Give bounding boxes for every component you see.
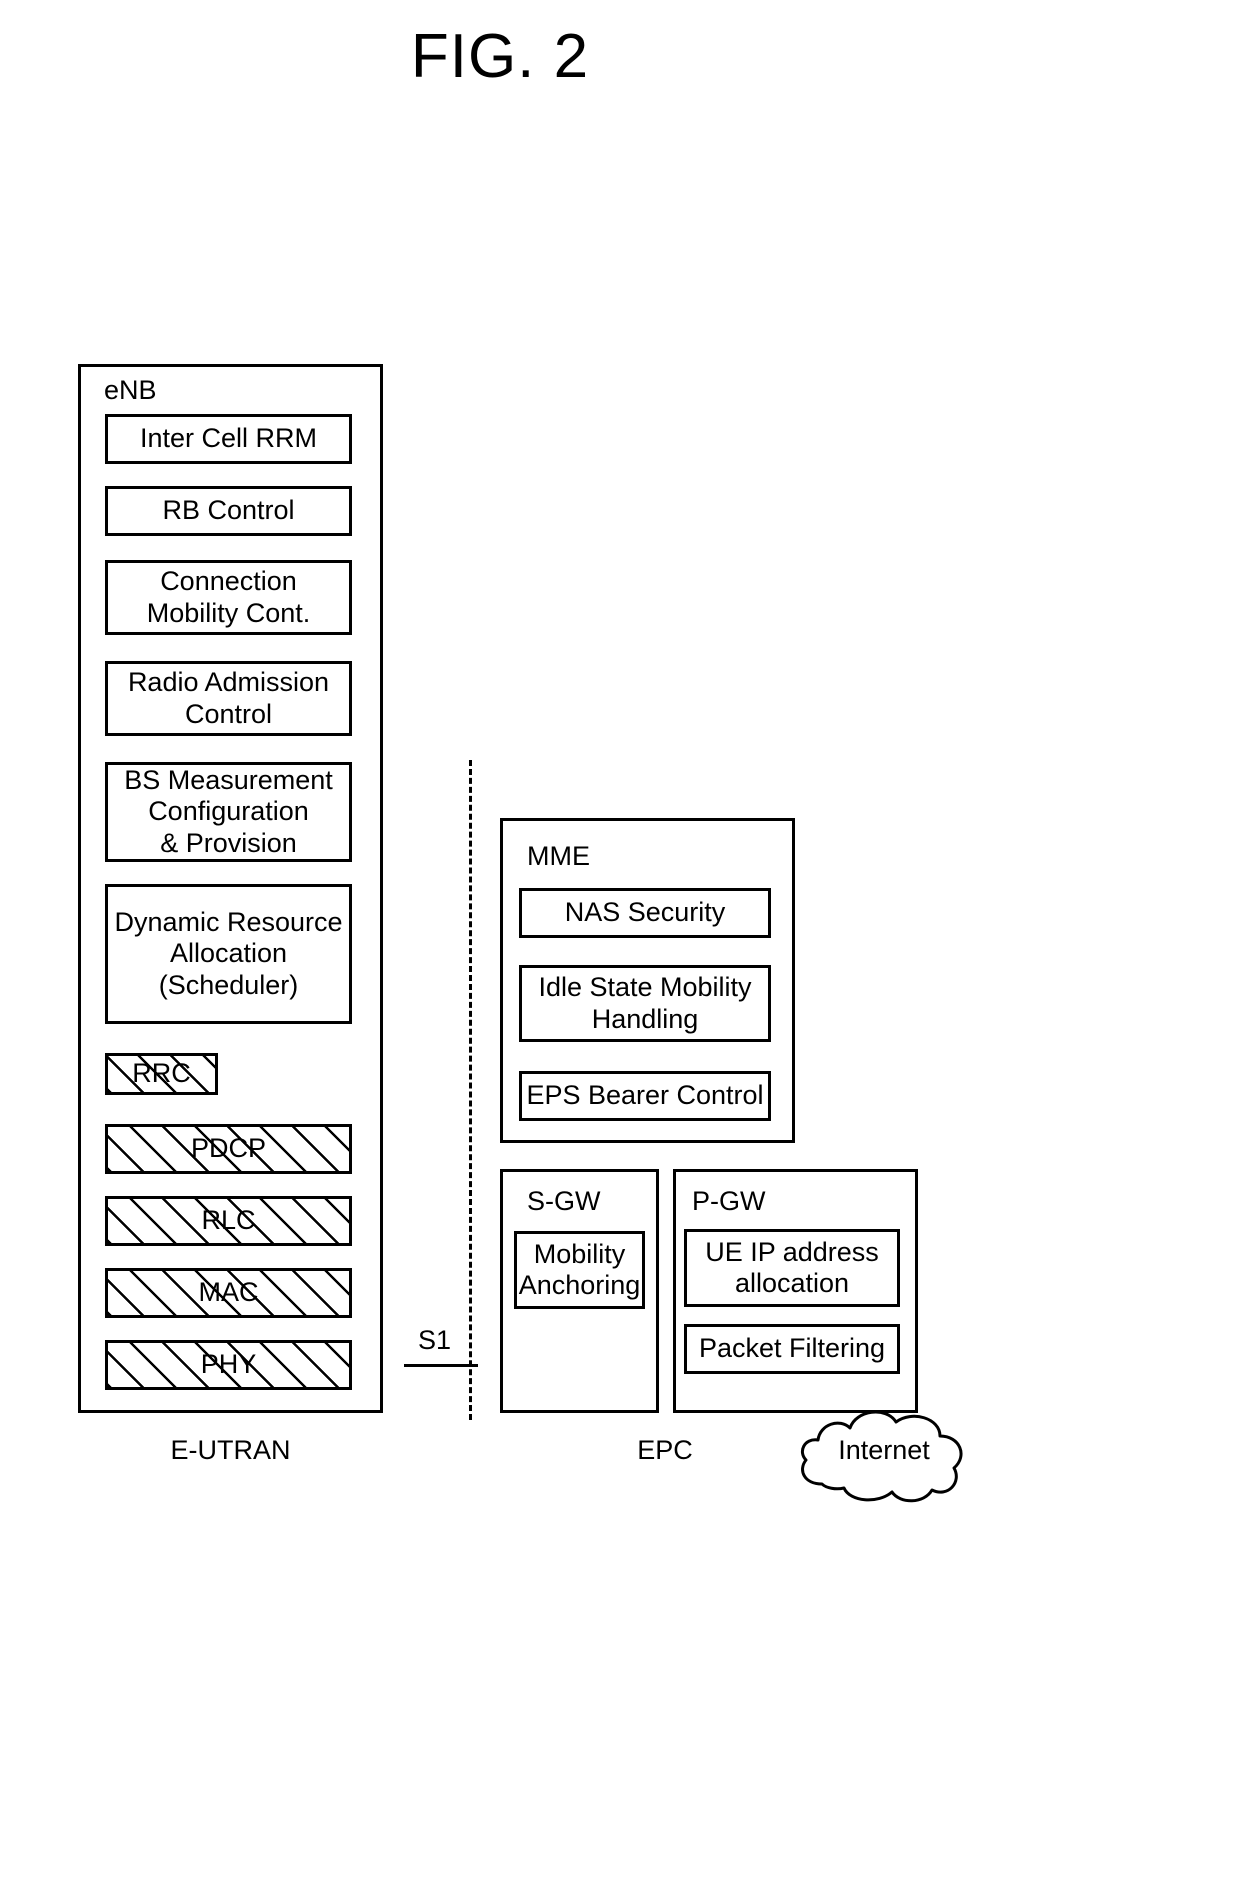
internet-cloud: Internet [792,1388,972,1508]
enb-title: eNB [104,375,157,405]
enb-function-label: RB Control [162,495,295,526]
mme-function-idle-state-mobility-handling: Idle State Mobility Handling [519,965,771,1042]
pgw-function-ue-ip-address-allocation: UE IP address allocation [684,1229,900,1307]
mme-title: MME [527,841,590,871]
enb-function-radio-admission-control: Radio Admission Control [105,661,352,736]
mme-function-nas-security: NAS Security [519,888,771,938]
enb-protocol-layer-rlc: RLC [105,1196,352,1246]
mme-function-eps-bearer-control: EPS Bearer Control [519,1071,771,1121]
cloud-icon [801,1410,963,1503]
enb-protocol-layer-rrc: RRC [105,1053,218,1095]
enb-function-label: Dynamic Resource Allocation (Scheduler) [114,907,343,1000]
s1-interface-label: S1 [418,1325,452,1355]
enb-function-label: Radio Admission Control [127,667,330,729]
enb-protocol-layer-label: RLC [201,1205,256,1236]
enb-protocol-layer-pdcp: PDCP [105,1124,352,1174]
e-utran-epc-divider [469,760,472,1420]
enb-function-label: BS Measurement Configuration & Provision [124,765,333,858]
pgw-function-label: Packet Filtering [698,1333,886,1364]
pgw-function-label: UE IP address allocation [705,1236,879,1298]
mme-function-label: Idle State Mobility Handling [538,972,752,1034]
enb-protocol-layer-label: PDCP [190,1133,266,1164]
enb-function-inter-cell-rrm: Inter Cell RRM [105,414,352,464]
enb-function-dynamic-resource-allocation: Dynamic Resource Allocation (Scheduler) [105,884,352,1024]
epc-caption: EPC [637,1435,693,1465]
sgw-title: S-GW [527,1186,601,1216]
enb-function-label: Inter Cell RRM [139,423,318,454]
pgw-function-packet-filtering: Packet Filtering [684,1324,900,1374]
enb-function-rb-control: RB Control [105,486,352,536]
e-utran-caption: E-UTRAN [170,1435,291,1465]
enb-protocol-layer-label: MAC [198,1277,259,1308]
enb-protocol-layer-label: PHY [200,1349,257,1380]
page-title: FIG. 2 [410,22,590,91]
sgw-function-label: Mobility Anchoring [518,1238,641,1300]
enb-function-bs-measurement-configuration: BS Measurement Configuration & Provision [105,762,352,862]
enb-protocol-layer-label: RRC [132,1058,191,1089]
enb-function-label: Connection Mobility Cont. [146,566,311,628]
mme-function-label: EPS Bearer Control [526,1080,764,1111]
enb-protocol-layer-phy: PHY [105,1340,352,1390]
mme-function-label: NAS Security [564,897,726,928]
enb-protocol-layer-mac: MAC [105,1268,352,1318]
s1-interface-line [404,1364,478,1367]
pgw-title: P-GW [692,1186,766,1216]
enb-function-connection-mobility-cont: Connection Mobility Cont. [105,560,352,635]
sgw-function-mobility-anchoring: Mobility Anchoring [514,1231,645,1309]
patent-figure-page: FIG. 2 eNB Inter Cell RRM RB Control Con… [0,0,1240,1880]
